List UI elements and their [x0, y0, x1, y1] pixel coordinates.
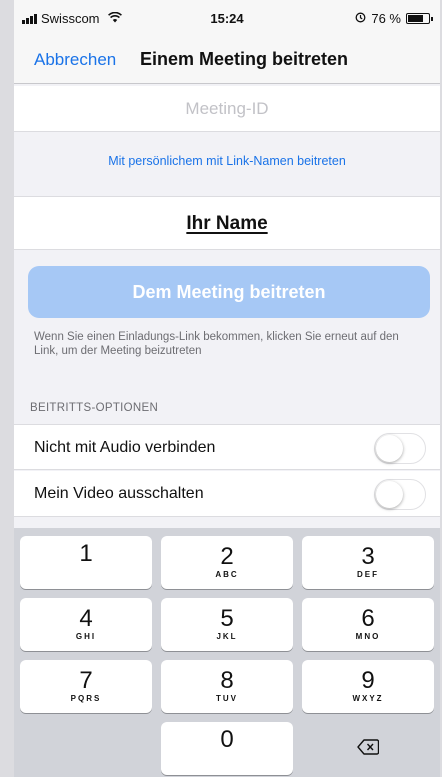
key-letters: MNO	[355, 632, 381, 641]
key-4[interactable]: 4 GHI	[20, 598, 152, 651]
audio-toggle[interactable]	[374, 433, 426, 464]
key-digit: 0	[220, 726, 234, 753]
screenshot-frame: Swisscom 15:24 76 % Abbrechen Einem Meet…	[0, 0, 442, 777]
option-row-audio: Nicht mit Audio verbinden	[14, 424, 440, 470]
key-digit: 9	[361, 667, 375, 694]
status-right: 76 %	[355, 11, 433, 26]
meeting-id-input[interactable]	[14, 86, 440, 131]
key-letters: GHI	[75, 632, 97, 641]
key-digit: 8	[220, 667, 234, 694]
key-letters: JKL	[216, 632, 238, 641]
cancel-button[interactable]: Abbrechen	[34, 50, 116, 70]
key-digit: 5	[220, 605, 234, 632]
join-meeting-button[interactable]: Dem Meeting beitreten	[28, 266, 430, 318]
key-2[interactable]: 2 ABC	[161, 536, 293, 589]
key-1[interactable]: 1	[20, 536, 152, 589]
option-label-audio: Nicht mit Audio verbinden	[34, 439, 216, 456]
key-digit: 7	[79, 667, 93, 694]
alarm-icon	[355, 11, 366, 26]
phone-screen: Swisscom 15:24 76 % Abbrechen Einem Meet…	[14, 0, 440, 777]
meeting-id-row	[14, 86, 440, 132]
toggle-knob	[376, 481, 403, 508]
key-letters: ABC	[215, 570, 239, 579]
key-7[interactable]: 7 PQRS	[20, 660, 152, 713]
option-row-video: Mein Video ausschalten	[14, 471, 440, 517]
key-letters: TUV	[216, 694, 238, 703]
key-letters: PQRS	[70, 694, 102, 703]
battery-percent: 76 %	[371, 11, 401, 26]
backspace-icon	[357, 739, 380, 755]
key-6[interactable]: 6 MNO	[302, 598, 434, 651]
key-letters: DEF	[357, 570, 379, 579]
name-row[interactable]: Ihr Name	[14, 196, 440, 250]
status-bar: Swisscom 15:24 76 %	[14, 0, 440, 36]
key-blank	[20, 722, 152, 775]
key-digit: 6	[361, 605, 375, 632]
video-toggle[interactable]	[374, 479, 426, 510]
battery-fill	[408, 15, 424, 22]
key-letters: WXYZ	[352, 694, 384, 703]
backspace-key[interactable]	[302, 722, 434, 775]
battery-icon	[406, 13, 433, 24]
name-field[interactable]: Ihr Name	[186, 213, 267, 235]
key-9[interactable]: 9 WXYZ	[302, 660, 434, 713]
key-0[interactable]: 0	[161, 722, 293, 775]
toggle-knob	[376, 435, 403, 462]
numeric-keypad: 1 2 ABC 3 DEF 4 GHI 5 JKL 6 MNO 7 PQRS 8 TUV 9W…	[14, 528, 440, 777]
key-5[interactable]: 5 JKL	[161, 598, 293, 651]
invitation-hint-text: Wenn Sie einen Einladungs-Link bekommen,…	[34, 331, 399, 357]
navigation-bar: Abbrechen Einem Meeting beitreten	[14, 36, 440, 84]
option-label-video: Mein Video ausschalten	[34, 485, 204, 502]
page-title: Einem Meeting beitreten	[140, 49, 349, 69]
key-digit: 3	[361, 543, 375, 570]
key-digit: 1	[79, 540, 93, 567]
key-3[interactable]: 3 DEF	[302, 536, 434, 589]
link-join-row: Mit persönlichem mit Link-Namen beitrete…	[14, 134, 440, 192]
join-options-header: BEITRITTS-OPTIONEN	[30, 402, 159, 414]
key-8[interactable]: 8 TUV	[161, 660, 293, 713]
key-digit: 2	[220, 543, 234, 570]
join-with-link-name-link[interactable]: Mit persönlichem mit Link-Namen beitrete…	[108, 154, 346, 168]
key-digit: 4	[79, 605, 93, 632]
